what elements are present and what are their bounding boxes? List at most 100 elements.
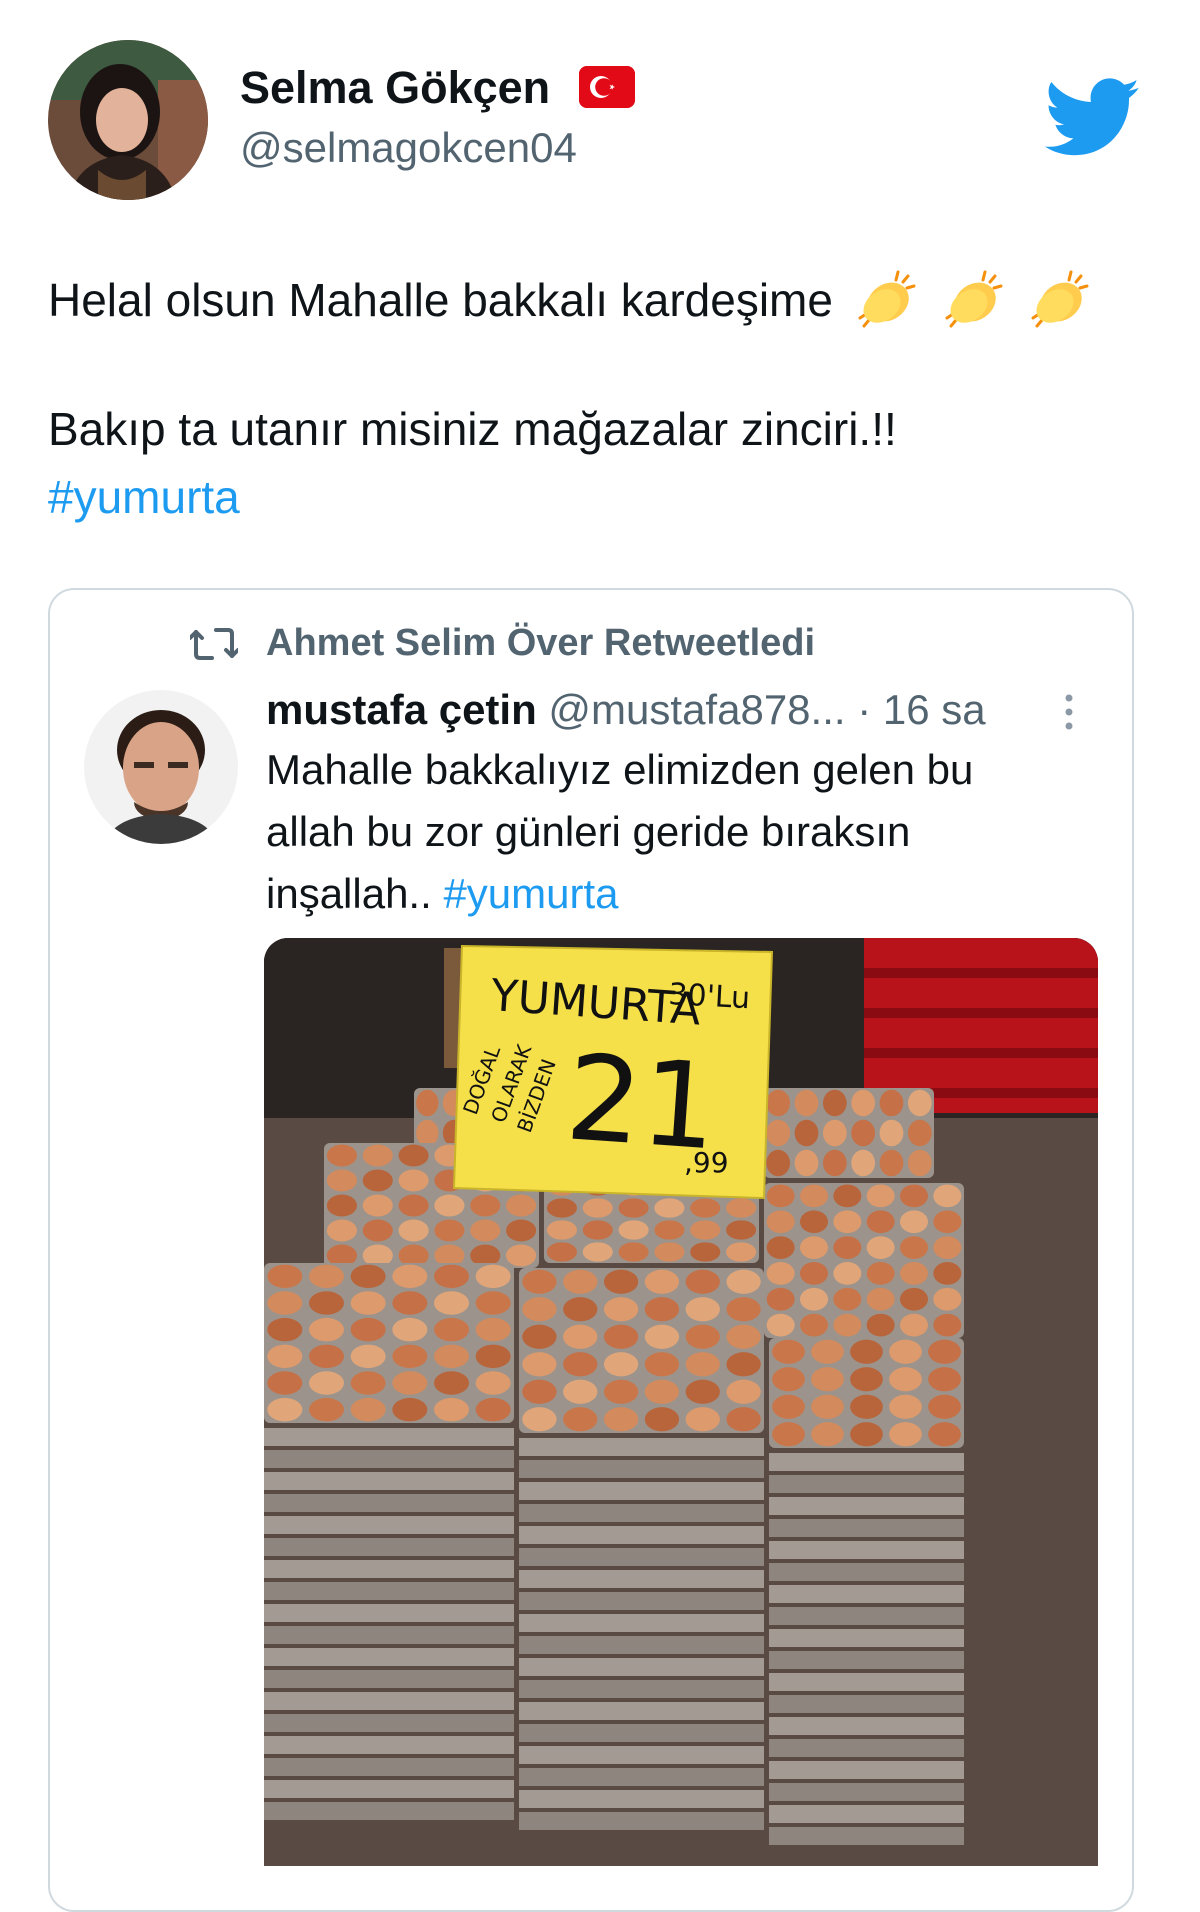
tray-stack-layer xyxy=(519,1768,764,1786)
tray-stack-layer xyxy=(769,1717,964,1735)
tray-stack-layer xyxy=(519,1482,764,1500)
egg xyxy=(654,1198,685,1218)
quoted-author-avatar[interactable] xyxy=(84,690,238,844)
egg xyxy=(833,1210,862,1234)
egg xyxy=(933,1210,962,1234)
egg xyxy=(726,1352,761,1377)
egg xyxy=(879,1089,904,1117)
sign-cents: ,99 xyxy=(684,1146,729,1179)
egg xyxy=(475,1291,511,1315)
egg xyxy=(900,1287,928,1311)
egg xyxy=(398,1169,429,1192)
egg xyxy=(603,1269,639,1294)
tray-stack-layer xyxy=(264,1604,514,1622)
egg xyxy=(800,1287,828,1311)
egg xyxy=(928,1394,961,1419)
tray-stack-layer xyxy=(264,1582,514,1600)
egg xyxy=(794,1089,819,1117)
tray-stack-layer xyxy=(519,1614,764,1632)
egg xyxy=(309,1264,344,1289)
quoted-text-line1: Mahalle bakkalıyız elimizden gelen bu xyxy=(266,746,974,793)
tray-stack-layer xyxy=(264,1758,514,1776)
egg xyxy=(618,1220,649,1240)
egg xyxy=(685,1324,720,1349)
egg xyxy=(685,1407,720,1432)
egg xyxy=(267,1397,303,1422)
egg xyxy=(326,1169,357,1192)
quoted-author-handle[interactable]: @mustafa878... xyxy=(548,686,845,733)
tweet-text: Helal olsun Mahalle bakkalı kardeşime xyxy=(48,274,833,326)
tray-stack-layer xyxy=(769,1673,964,1691)
egg xyxy=(726,1379,761,1404)
egg xyxy=(794,1119,819,1147)
egg xyxy=(563,1407,598,1432)
egg xyxy=(470,1194,501,1217)
tray-stack-layer xyxy=(264,1494,514,1512)
egg xyxy=(644,1379,680,1404)
egg xyxy=(726,1220,757,1240)
egg xyxy=(362,1194,393,1217)
egg xyxy=(822,1089,847,1117)
egg xyxy=(766,1236,795,1259)
clapping-hands-icon xyxy=(941,268,1007,330)
egg xyxy=(772,1394,805,1419)
price-sign: YUMURTA 30'Lu DOĞAL OLARAK BİZDEN 21 ,99 xyxy=(452,944,774,1200)
egg xyxy=(933,1313,962,1337)
quoted-author-name[interactable]: mustafa çetin xyxy=(266,686,537,733)
egg xyxy=(866,1210,895,1234)
egg xyxy=(772,1367,805,1392)
egg xyxy=(582,1220,613,1240)
egg xyxy=(822,1149,847,1177)
egg xyxy=(685,1269,720,1294)
egg xyxy=(644,1269,680,1294)
egg xyxy=(392,1371,428,1395)
egg xyxy=(685,1379,720,1404)
quoted-timestamp[interactable]: · 16 sa xyxy=(857,686,985,733)
tray-stack-layer xyxy=(519,1812,764,1830)
egg xyxy=(563,1379,598,1404)
retweet-label[interactable]: Ahmet Selim Över Retweetledi xyxy=(266,622,815,665)
clapping-hands-icon xyxy=(1027,268,1093,330)
egg xyxy=(800,1313,828,1337)
more-options-icon[interactable] xyxy=(1062,690,1076,734)
hashtag-link[interactable]: #yumurta xyxy=(48,470,240,524)
egg xyxy=(900,1262,928,1285)
tray-stack-layer xyxy=(519,1526,764,1544)
egg xyxy=(811,1367,844,1392)
tray-stack-layer xyxy=(769,1585,964,1603)
author-name[interactable]: Selma Gökçen xyxy=(240,62,550,114)
egg xyxy=(644,1407,680,1432)
egg xyxy=(726,1407,761,1432)
tray-stack-layer xyxy=(264,1648,514,1666)
egg xyxy=(928,1422,961,1447)
tweet-text-line2: Bakıp ta utanır misiniz mağazalar zincir… xyxy=(48,403,897,455)
tweet-photo[interactable]: YUMURTA 30'Lu DOĞAL OLARAK BİZDEN 21 ,99 xyxy=(264,938,1098,1866)
egg xyxy=(392,1317,428,1342)
quoted-text-line3: inşallah.. #yumurta xyxy=(266,870,619,918)
egg xyxy=(309,1371,344,1395)
egg xyxy=(392,1397,428,1422)
tray-stack-layer xyxy=(519,1592,764,1610)
egg xyxy=(434,1194,465,1217)
egg xyxy=(563,1269,598,1294)
egg xyxy=(726,1324,761,1349)
egg xyxy=(766,1313,795,1337)
egg xyxy=(772,1339,805,1364)
hashtag-link[interactable]: #yumurta xyxy=(443,870,618,917)
egg xyxy=(267,1317,303,1342)
egg xyxy=(326,1144,357,1167)
egg xyxy=(889,1367,922,1392)
egg xyxy=(726,1242,757,1262)
quoted-text: inşallah.. xyxy=(266,870,432,917)
egg xyxy=(350,1264,386,1289)
egg xyxy=(933,1236,962,1259)
egg xyxy=(350,1291,386,1315)
egg xyxy=(392,1264,428,1289)
egg xyxy=(889,1339,922,1364)
egg xyxy=(398,1219,429,1242)
tray-stack-layer xyxy=(769,1453,964,1471)
author-avatar[interactable] xyxy=(48,40,208,200)
tray-stack-layer xyxy=(264,1714,514,1732)
author-handle[interactable]: @selmagokcen04 xyxy=(240,124,577,172)
egg xyxy=(392,1344,428,1369)
